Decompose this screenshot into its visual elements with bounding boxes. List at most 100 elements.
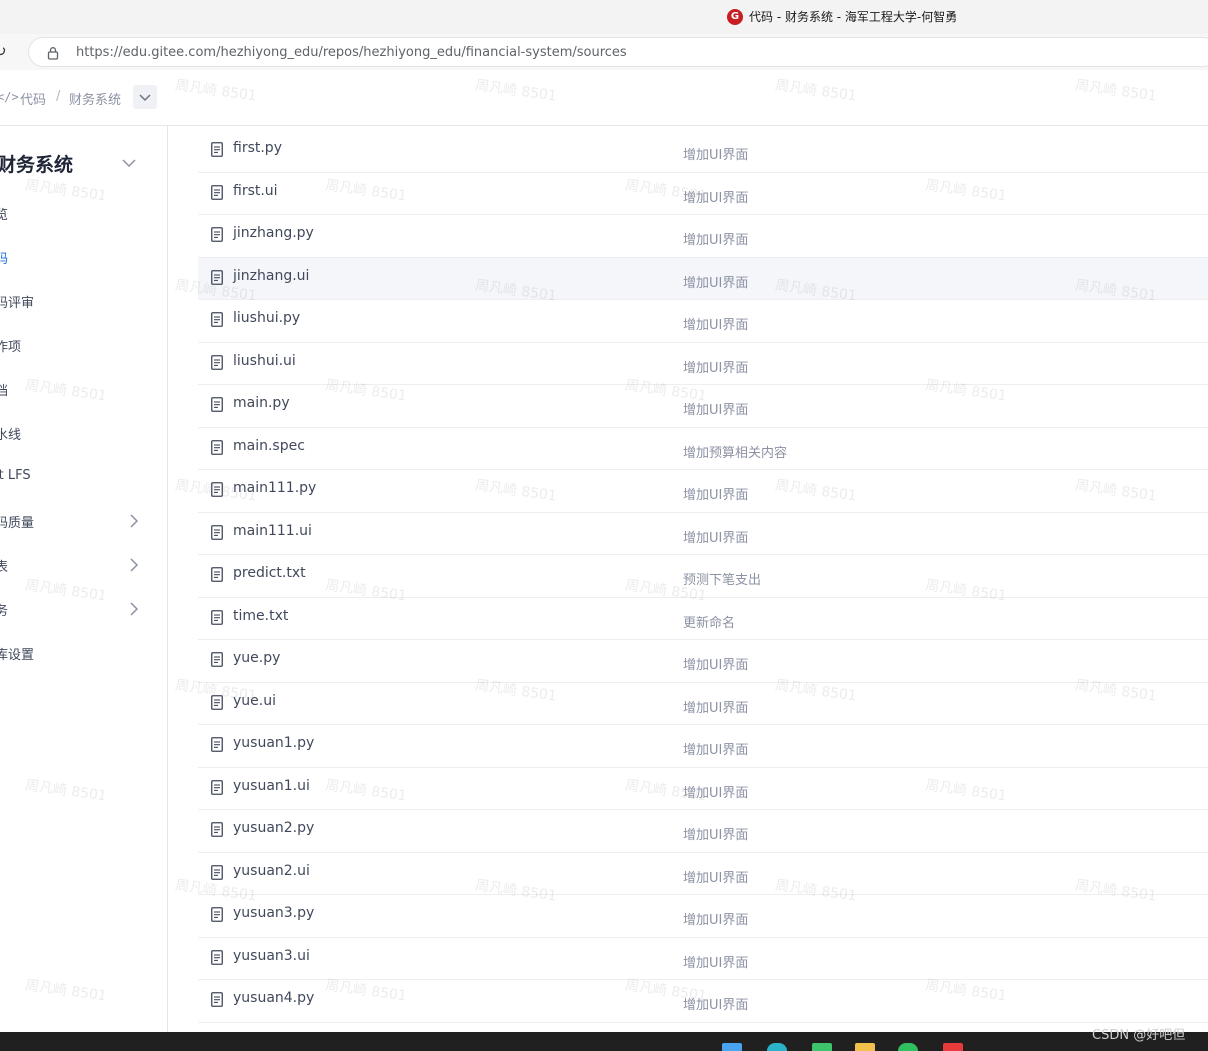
commit-message-link[interactable]: 增加UI界面 xyxy=(683,314,748,333)
file-name-link[interactable]: yusuan1.ui xyxy=(233,778,310,794)
file-icon xyxy=(211,737,223,752)
file-row[interactable]: yusuan3.py 增加UI界面 xyxy=(198,895,1208,938)
commit-message-link[interactable]: 增加UI界面 xyxy=(683,229,748,248)
sidebar-item[interactable]: 表 xyxy=(0,556,8,575)
file-row[interactable]: yue.py 增加UI界面 xyxy=(198,640,1208,683)
file-row[interactable]: main111.py 增加UI界面 xyxy=(198,470,1208,513)
edge-browser-icon[interactable] xyxy=(767,1043,787,1051)
file-name-link[interactable]: predict.txt xyxy=(233,565,306,581)
commit-message-link[interactable]: 增加UI界面 xyxy=(683,654,748,673)
gitee-logo-icon: G xyxy=(727,8,743,25)
file-row[interactable]: jinzhang.ui 增加UI界面 xyxy=(198,257,1208,300)
sidebar-item[interactable]: 码质量 xyxy=(0,512,34,531)
sidebar-item[interactable]: 览 xyxy=(0,204,8,223)
file-name-link[interactable]: main.py xyxy=(233,395,290,411)
breadcrumb-repo[interactable]: 财务系统 xyxy=(69,89,121,108)
file-name-link[interactable]: liushui.py xyxy=(233,310,300,326)
file-explorer-icon[interactable] xyxy=(855,1043,875,1051)
sidebar-item[interactable]: 码 xyxy=(0,248,8,267)
sidebar-item[interactable]: 作项 xyxy=(0,336,21,355)
commit-message-link[interactable]: 增加UI界面 xyxy=(683,782,748,801)
file-name-link[interactable]: liushui.ui xyxy=(233,353,296,369)
window-title-bar: G 代码 - 财务系统 - 海军工程大学-何智勇 xyxy=(0,0,1208,34)
file-name-link[interactable]: main111.ui xyxy=(233,523,312,539)
file-name-link[interactable]: time.txt xyxy=(233,608,288,624)
file-row[interactable]: jinzhang.py 增加UI界面 xyxy=(198,215,1208,258)
file-name-link[interactable]: jinzhang.ui xyxy=(233,268,309,284)
file-list: first.py 增加UI界面 first.ui 增加UI界面 jinzhang.py 增… xyxy=(198,130,1208,1023)
file-icon xyxy=(211,524,223,540)
commit-message-link[interactable]: 增加UI界面 xyxy=(683,484,748,503)
file-row[interactable]: yusuan2.py 增加UI界面 xyxy=(198,810,1208,853)
sidebar: 财务系统 览码码评审作项档水线 it LFS 码质量表务库设置 xyxy=(0,126,168,1032)
sidebar-item[interactable]: 库设置 xyxy=(0,644,34,663)
chevron-right-icon[interactable] xyxy=(129,513,139,529)
file-row[interactable]: time.txt 更新命名 xyxy=(198,598,1208,640)
commit-message-link[interactable]: 增加UI界面 xyxy=(683,952,748,971)
file-name-link[interactable]: yusuan1.py xyxy=(233,735,314,751)
commit-message-link[interactable]: 增加UI界面 xyxy=(683,994,748,1013)
repo-switch-dropdown[interactable] xyxy=(133,85,157,109)
file-row[interactable]: liushui.ui 增加UI界面 xyxy=(198,343,1208,385)
file-icon xyxy=(211,567,223,582)
file-row[interactable]: yusuan2.ui 增加UI界面 xyxy=(198,853,1208,895)
file-row[interactable]: main111.ui 增加UI界面 xyxy=(198,513,1208,555)
file-row[interactable]: first.py 增加UI界面 xyxy=(198,130,1208,173)
file-name-link[interactable]: yusuan3.py xyxy=(233,905,314,921)
file-name-link[interactable]: yusuan3.ui xyxy=(233,948,310,964)
commit-message-link[interactable]: 增加UI界面 xyxy=(683,527,748,546)
commit-message-link[interactable]: 增加UI界面 xyxy=(683,697,748,716)
file-row[interactable]: predict.txt 预测下笔支出 xyxy=(198,555,1208,598)
sidebar-item[interactable]: it LFS xyxy=(0,468,31,483)
windows-start-icon[interactable] xyxy=(722,1043,742,1051)
file-row[interactable]: yue.ui 增加UI界面 xyxy=(198,683,1208,725)
commit-message-link[interactable]: 增加UI界面 xyxy=(683,272,748,291)
file-name-link[interactable]: yusuan2.py xyxy=(233,820,314,836)
wechat-icon[interactable] xyxy=(898,1043,918,1051)
file-name-link[interactable]: main111.py xyxy=(233,480,316,496)
file-row[interactable]: main.spec 增加预算相关内容 xyxy=(198,428,1208,470)
file-name-link[interactable]: yue.ui xyxy=(233,693,276,709)
app-icon[interactable] xyxy=(943,1043,963,1051)
sidebar-item[interactable]: 档 xyxy=(0,380,8,399)
sidebar-item[interactable]: 码评审 xyxy=(0,292,34,311)
commit-message-link[interactable]: 增加UI界面 xyxy=(683,144,748,163)
file-name-link[interactable]: main.spec xyxy=(233,438,305,454)
commit-message-link[interactable]: 增加UI界面 xyxy=(683,399,748,418)
file-name-link[interactable]: first.py xyxy=(233,140,282,156)
chevron-right-icon[interactable] xyxy=(129,557,139,573)
window-title-text: 代码 - 财务系统 - 海军工程大学-何智勇 xyxy=(749,10,958,24)
file-name-link[interactable]: jinzhang.py xyxy=(233,225,314,241)
commit-message-link[interactable]: 增加UI界面 xyxy=(683,867,748,886)
file-icon xyxy=(211,227,223,242)
url-field[interactable]: https://edu.gitee.com/hezhiyong_edu/repo… xyxy=(28,37,1208,67)
file-row[interactable]: yusuan3.ui 增加UI界面 xyxy=(198,938,1208,980)
file-row[interactable]: main.py 增加UI界面 xyxy=(198,385,1208,428)
reload-icon[interactable]: ↻ xyxy=(0,43,10,59)
commit-message-link[interactable]: 预测下笔支出 xyxy=(683,569,761,588)
file-name-link[interactable]: yusuan2.ui xyxy=(233,863,310,879)
file-icon xyxy=(211,949,223,965)
chevron-right-icon[interactable] xyxy=(129,601,139,617)
url-text: https://edu.gitee.com/hezhiyong_edu/repo… xyxy=(76,45,627,60)
commit-message-link[interactable]: 增加UI界面 xyxy=(683,357,748,376)
sidebar-item[interactable]: 水线 xyxy=(0,424,21,443)
chevron-down-icon[interactable] xyxy=(121,158,137,168)
file-name-link[interactable]: yusuan4.py xyxy=(233,990,314,1006)
commit-message-link[interactable]: 增加UI界面 xyxy=(683,187,748,206)
file-row[interactable]: yusuan1.ui 增加UI界面 xyxy=(198,768,1208,810)
file-name-link[interactable]: yue.py xyxy=(233,650,280,666)
file-name-link[interactable]: first.ui xyxy=(233,183,278,199)
commit-message-link[interactable]: 增加UI界面 xyxy=(683,739,748,758)
file-row[interactable]: first.ui 增加UI界面 xyxy=(198,173,1208,215)
app-icon[interactable] xyxy=(812,1043,832,1051)
breadcrumb-section[interactable]: 代码 xyxy=(20,89,46,108)
file-row[interactable]: yusuan4.py 增加UI界面 xyxy=(198,980,1208,1023)
commit-message-link[interactable]: 增加预算相关内容 xyxy=(683,442,787,461)
commit-message-link[interactable]: 增加UI界面 xyxy=(683,824,748,843)
file-row[interactable]: yusuan1.py 增加UI界面 xyxy=(198,725,1208,768)
commit-message-link[interactable]: 更新命名 xyxy=(683,612,735,631)
file-row[interactable]: liushui.py 增加UI界面 xyxy=(198,300,1208,343)
commit-message-link[interactable]: 增加UI界面 xyxy=(683,909,748,928)
sidebar-item[interactable]: 务 xyxy=(0,600,8,619)
